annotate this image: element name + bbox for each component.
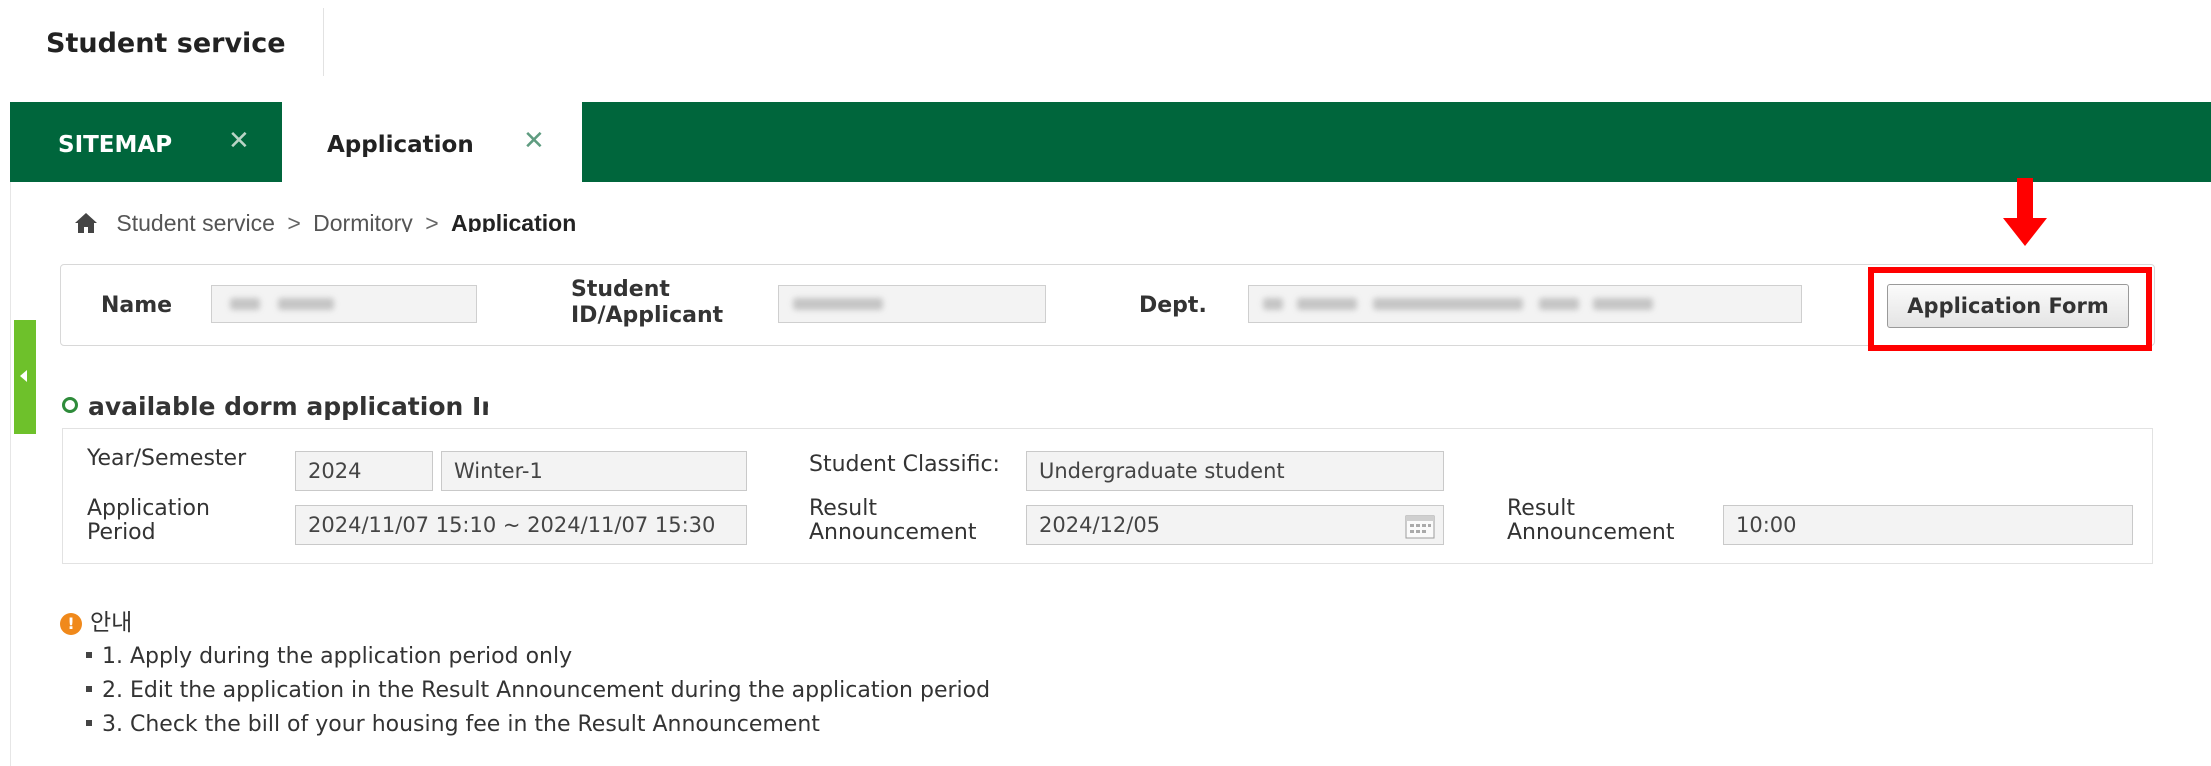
dept-field xyxy=(1248,285,1802,323)
breadcrumb-separator: > xyxy=(287,210,301,236)
breadcrumb-item[interactable]: Student service xyxy=(116,210,275,236)
name-label: Name xyxy=(101,293,173,318)
result-announcement-label-line1: Result xyxy=(1507,496,1575,521)
name-field xyxy=(211,285,477,323)
result-announcement-label-line1: Result xyxy=(809,496,877,521)
section-title: available dorm application Info xyxy=(62,392,488,421)
app-title: Student service xyxy=(46,28,286,59)
home-icon[interactable] xyxy=(74,212,98,240)
notice-title: 안내 xyxy=(90,609,133,635)
year-semester-label: Year/Semester xyxy=(87,446,247,471)
section-title-text: available dorm application Info xyxy=(88,392,488,421)
info-icon: ! xyxy=(60,613,82,635)
title-divider xyxy=(323,8,324,76)
result-announcement-time-field: 10:00 xyxy=(1723,505,2133,545)
application-period-field: 2024/11/07 15:10 ~ 2024/11/07 15:30 xyxy=(295,505,747,545)
student-id-label: Student ID/Applicant xyxy=(571,277,723,329)
result-announcement-label-line2: Announcement xyxy=(1507,520,1675,545)
notice-heading: ! 안내 xyxy=(60,603,132,637)
arrow-down-icon xyxy=(2003,178,2047,253)
tab-label: Application xyxy=(327,132,474,158)
student-id-label-line2: ID/Applicant xyxy=(571,303,724,328)
student-info-panel: Name Student ID/Applicant Dept. xyxy=(60,264,2155,346)
tab-label: SITEMAP xyxy=(58,132,173,158)
result-announcement-label-line2: Announcement xyxy=(809,520,977,545)
notice-item: 1. Apply during the application period o… xyxy=(86,640,990,674)
tab-application[interactable]: Application ✕ xyxy=(282,96,582,184)
highlight-box xyxy=(1868,267,2152,351)
application-period-label: Application Period xyxy=(87,497,210,545)
student-id-label-line1: Student xyxy=(571,277,670,302)
app-window: Student service SITEMAP ✕ Application ✕ … xyxy=(0,0,2211,766)
close-icon[interactable]: ✕ xyxy=(523,128,545,154)
student-classification-label: Student Classific: xyxy=(809,453,1000,477)
calendar-icon[interactable] xyxy=(1405,513,1435,544)
notice-item: 2. Edit the application in the Result An… xyxy=(86,674,990,708)
redaction-mask xyxy=(1632,232,1780,262)
result-announcement-label: Result Announcement xyxy=(809,497,976,545)
application-period-label-line1: Application xyxy=(87,496,210,521)
tab-sitemap[interactable]: SITEMAP ✕ xyxy=(10,102,282,182)
bullet-icon xyxy=(86,652,92,658)
result-date-value: 2024/12/05 xyxy=(1039,513,1161,537)
notice-item-text: 2. Edit the application in the Result An… xyxy=(102,678,991,703)
student-classification-field: Undergraduate student xyxy=(1026,451,1444,491)
circle-bullet-icon xyxy=(62,397,78,413)
result-announcement-time-label: Result Announcement xyxy=(1507,497,1674,545)
notice-item-text: 3. Check the bill of your housing fee in… xyxy=(102,712,820,737)
application-period-label-line2: Period xyxy=(87,520,156,545)
notice-list: 1. Apply during the application period o… xyxy=(86,640,990,742)
application-info-form: Year/Semester 2024 Winter-1 Student Clas… xyxy=(62,428,2153,564)
notice-item: 3. Check the bill of your housing fee in… xyxy=(86,708,990,742)
redaction-mask xyxy=(1004,232,1280,262)
notice-item-text: 1. Apply during the application period o… xyxy=(102,644,573,669)
bullet-icon xyxy=(86,686,92,692)
year-field: 2024 xyxy=(295,451,433,491)
redaction-mask xyxy=(346,232,736,262)
tab-bar: SITEMAP ✕ Application ✕ xyxy=(10,96,2211,184)
semester-field: Winter-1 xyxy=(441,451,747,491)
dept-label: Dept. xyxy=(1139,293,1207,318)
chevron-left-icon xyxy=(20,370,27,382)
close-icon[interactable]: ✕ xyxy=(228,128,250,154)
bullet-icon xyxy=(86,720,92,726)
result-announcement-date-field[interactable]: 2024/12/05 xyxy=(1026,505,1444,545)
sidebar-toggle[interactable] xyxy=(14,320,36,434)
student-id-field xyxy=(778,285,1046,323)
